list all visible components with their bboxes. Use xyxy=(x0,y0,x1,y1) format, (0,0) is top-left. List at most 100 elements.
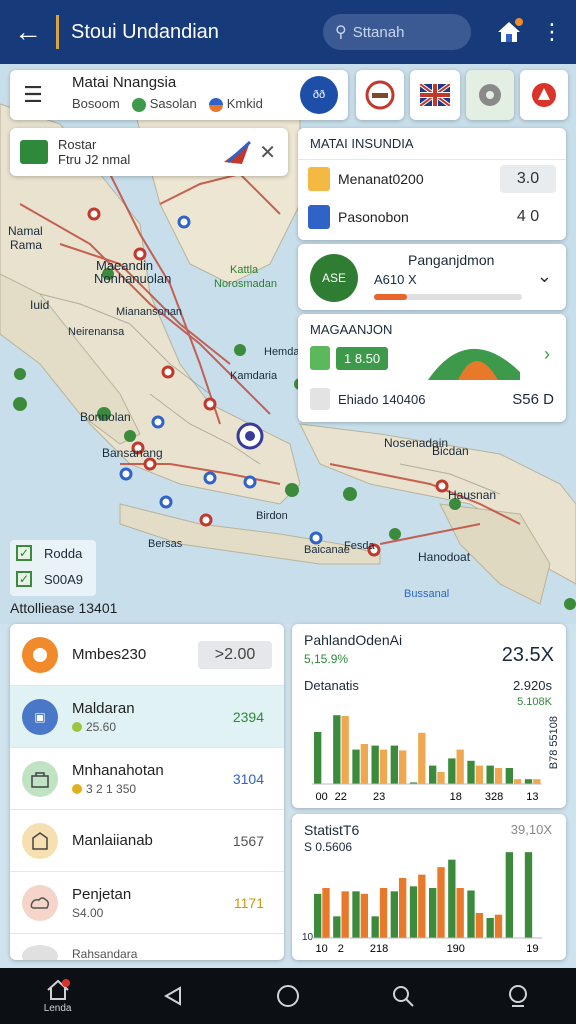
lock-icon xyxy=(31,771,49,788)
home-button[interactable] xyxy=(489,12,529,52)
list-item-value: 3104 xyxy=(232,770,264,787)
list-item-sub: S4.00 xyxy=(72,905,104,920)
chart-bar xyxy=(429,765,437,784)
chart-bar xyxy=(352,891,360,938)
nav-home[interactable]: Lenda xyxy=(0,968,115,1024)
chart-bar xyxy=(437,867,445,938)
map-label: Hanodoat xyxy=(418,550,471,564)
chart-bar xyxy=(486,765,494,784)
chart-tick-label: 2 xyxy=(338,943,344,955)
region-row: Ehiado 140406 S56 D xyxy=(310,388,554,410)
chart-bar xyxy=(333,715,341,784)
list-item[interactable]: Mnhanahotan 3 2 1 350 3104 xyxy=(10,748,284,810)
list-item-name: Rahsandara xyxy=(72,946,138,961)
location-card[interactable]: ☰ Matai Nnangsia Bosoom Sasolan Kmkid ðð xyxy=(10,70,348,120)
chart-tick-label: 00 xyxy=(315,791,327,803)
chart-bar xyxy=(322,888,330,938)
map-label: Bersas xyxy=(148,538,183,550)
hamburger-menu-icon[interactable]: ☰ xyxy=(10,82,56,108)
alert-button[interactable] xyxy=(520,70,568,120)
region-card[interactable]: MAGAANJON 1 8.50 › Ehiado 140406 S56 D xyxy=(298,314,566,422)
list-item-name: Manlaiianab xyxy=(72,832,153,849)
bag-icon xyxy=(32,831,48,850)
chart-card-2[interactable]: StatistT6 S 0.5606 39,10X 10 10 2 218 190 19 xyxy=(292,814,566,960)
list-item-value: >2.00 xyxy=(198,640,272,669)
info-row-label: Menanat0200 xyxy=(338,171,424,187)
map-label: Norosmadan xyxy=(214,278,277,290)
info-row[interactable]: Pasonobon 4 0 xyxy=(298,198,566,236)
poi-card[interactable]: ASE Panganjdmon A610 X ⌄ xyxy=(298,244,566,310)
list-item[interactable]: Penjetan S4.00 1171 xyxy=(10,872,284,934)
chart-bar xyxy=(371,916,379,938)
flag-button[interactable] xyxy=(410,70,460,120)
no-entry-icon-button[interactable] xyxy=(356,70,404,120)
nav-search[interactable] xyxy=(346,968,461,1024)
info-row[interactable]: Menanat0200 3.0 xyxy=(298,160,566,198)
coin-icon xyxy=(72,722,82,733)
back-triangle-icon xyxy=(163,986,181,1006)
close-icon[interactable]: ✕ xyxy=(259,140,276,165)
list-item[interactable]: Mmbes230 >2.00 xyxy=(10,624,284,686)
avatar-icon: ▣ xyxy=(22,698,58,735)
chart-bar xyxy=(494,914,503,938)
chart-tick-label: 328 xyxy=(485,791,503,803)
chart-bar xyxy=(352,749,360,784)
search-placeholder: Sttanah xyxy=(352,23,405,41)
hospital-subtitle: Ftru J2 nmal xyxy=(58,152,131,167)
info-row-value: 3.0 xyxy=(500,165,556,193)
nav-profile[interactable] xyxy=(461,968,576,1024)
list-item-value: 2394 xyxy=(232,708,264,725)
legend-item[interactable]: ✓ S00A9 xyxy=(10,566,96,592)
legend-item[interactable]: ✓ Rodda xyxy=(10,540,96,566)
map-label: Baicanae xyxy=(304,544,350,556)
chip-3[interactable]: Kmkid xyxy=(208,96,263,112)
arrow-left-icon: ← xyxy=(14,16,42,47)
app-bar: ← Stoui Undandian ⚲ Sttanah ⋮ xyxy=(0,0,576,64)
chart-bar xyxy=(505,852,513,938)
list-item-value: 1567 xyxy=(232,832,264,849)
back-button[interactable]: ← xyxy=(0,0,56,64)
poi-progress-bar xyxy=(374,294,522,300)
poi-logo-text: ASE xyxy=(321,271,346,285)
navigate-button[interactable]: ðð xyxy=(300,76,338,114)
nav-back[interactable] xyxy=(115,968,230,1024)
chart-bar xyxy=(341,891,349,938)
list-item[interactable]: ▣ Maldaran 25.60 2394 xyxy=(10,686,284,748)
chevron-down-icon[interactable]: ⌄ xyxy=(537,266,552,287)
checkbox-checked-icon[interactable]: ✓ xyxy=(16,571,32,587)
search-input[interactable]: ⚲ Sttanah xyxy=(323,14,471,50)
avatar-icon xyxy=(22,944,58,960)
chart-bar xyxy=(341,716,349,784)
hospital-card[interactable]: Rostar Ftru J2 nmal ✕ xyxy=(10,128,288,176)
location-pin-button[interactable] xyxy=(466,70,514,120)
nav-home-label: Lenda xyxy=(43,1002,72,1014)
map-legend: ✓ Rodda ✓ S00A9 xyxy=(10,540,96,596)
chart-bar xyxy=(475,765,483,784)
chart-bar xyxy=(467,890,475,938)
list-item-name: Maldaran xyxy=(72,699,135,717)
poi-title: Panganjdmon xyxy=(408,252,495,268)
region-row-value: S56 D xyxy=(512,390,554,408)
chart-bar xyxy=(379,888,388,938)
chip-2[interactable]: Sasolan xyxy=(131,96,197,112)
section-label: Attolliease 13401 xyxy=(10,600,118,616)
map-label: Bussanal xyxy=(404,588,450,600)
checkbox-checked-icon[interactable]: ✓ xyxy=(16,545,32,561)
list-item-value: 1171 xyxy=(233,894,264,911)
nav-circle[interactable] xyxy=(230,968,345,1024)
chevron-right-icon[interactable]: › xyxy=(544,344,550,365)
region-row-label: Ehiado 140406 xyxy=(338,391,426,407)
coin-icon xyxy=(72,784,82,795)
chip-1[interactable]: Bosoom xyxy=(72,96,120,111)
chart-tick-label: 13 xyxy=(526,791,538,803)
legend-label: Rodda xyxy=(44,545,83,561)
chart-bar xyxy=(418,874,426,938)
chart-card-1[interactable]: PahlandOdenAi 23.5X 5,15.9% Detanatis 2.… xyxy=(292,624,566,808)
list-item[interactable]: Rahsandara xyxy=(10,934,284,960)
list-item[interactable]: Manlaiianab 1567 xyxy=(10,810,284,872)
plane-icon xyxy=(224,140,252,164)
more-vert-icon[interactable]: ⋮ xyxy=(537,19,567,45)
list-item-name: Mnhanahotan xyxy=(72,761,164,779)
chart-bar xyxy=(475,913,483,938)
chart-bar xyxy=(514,779,522,784)
